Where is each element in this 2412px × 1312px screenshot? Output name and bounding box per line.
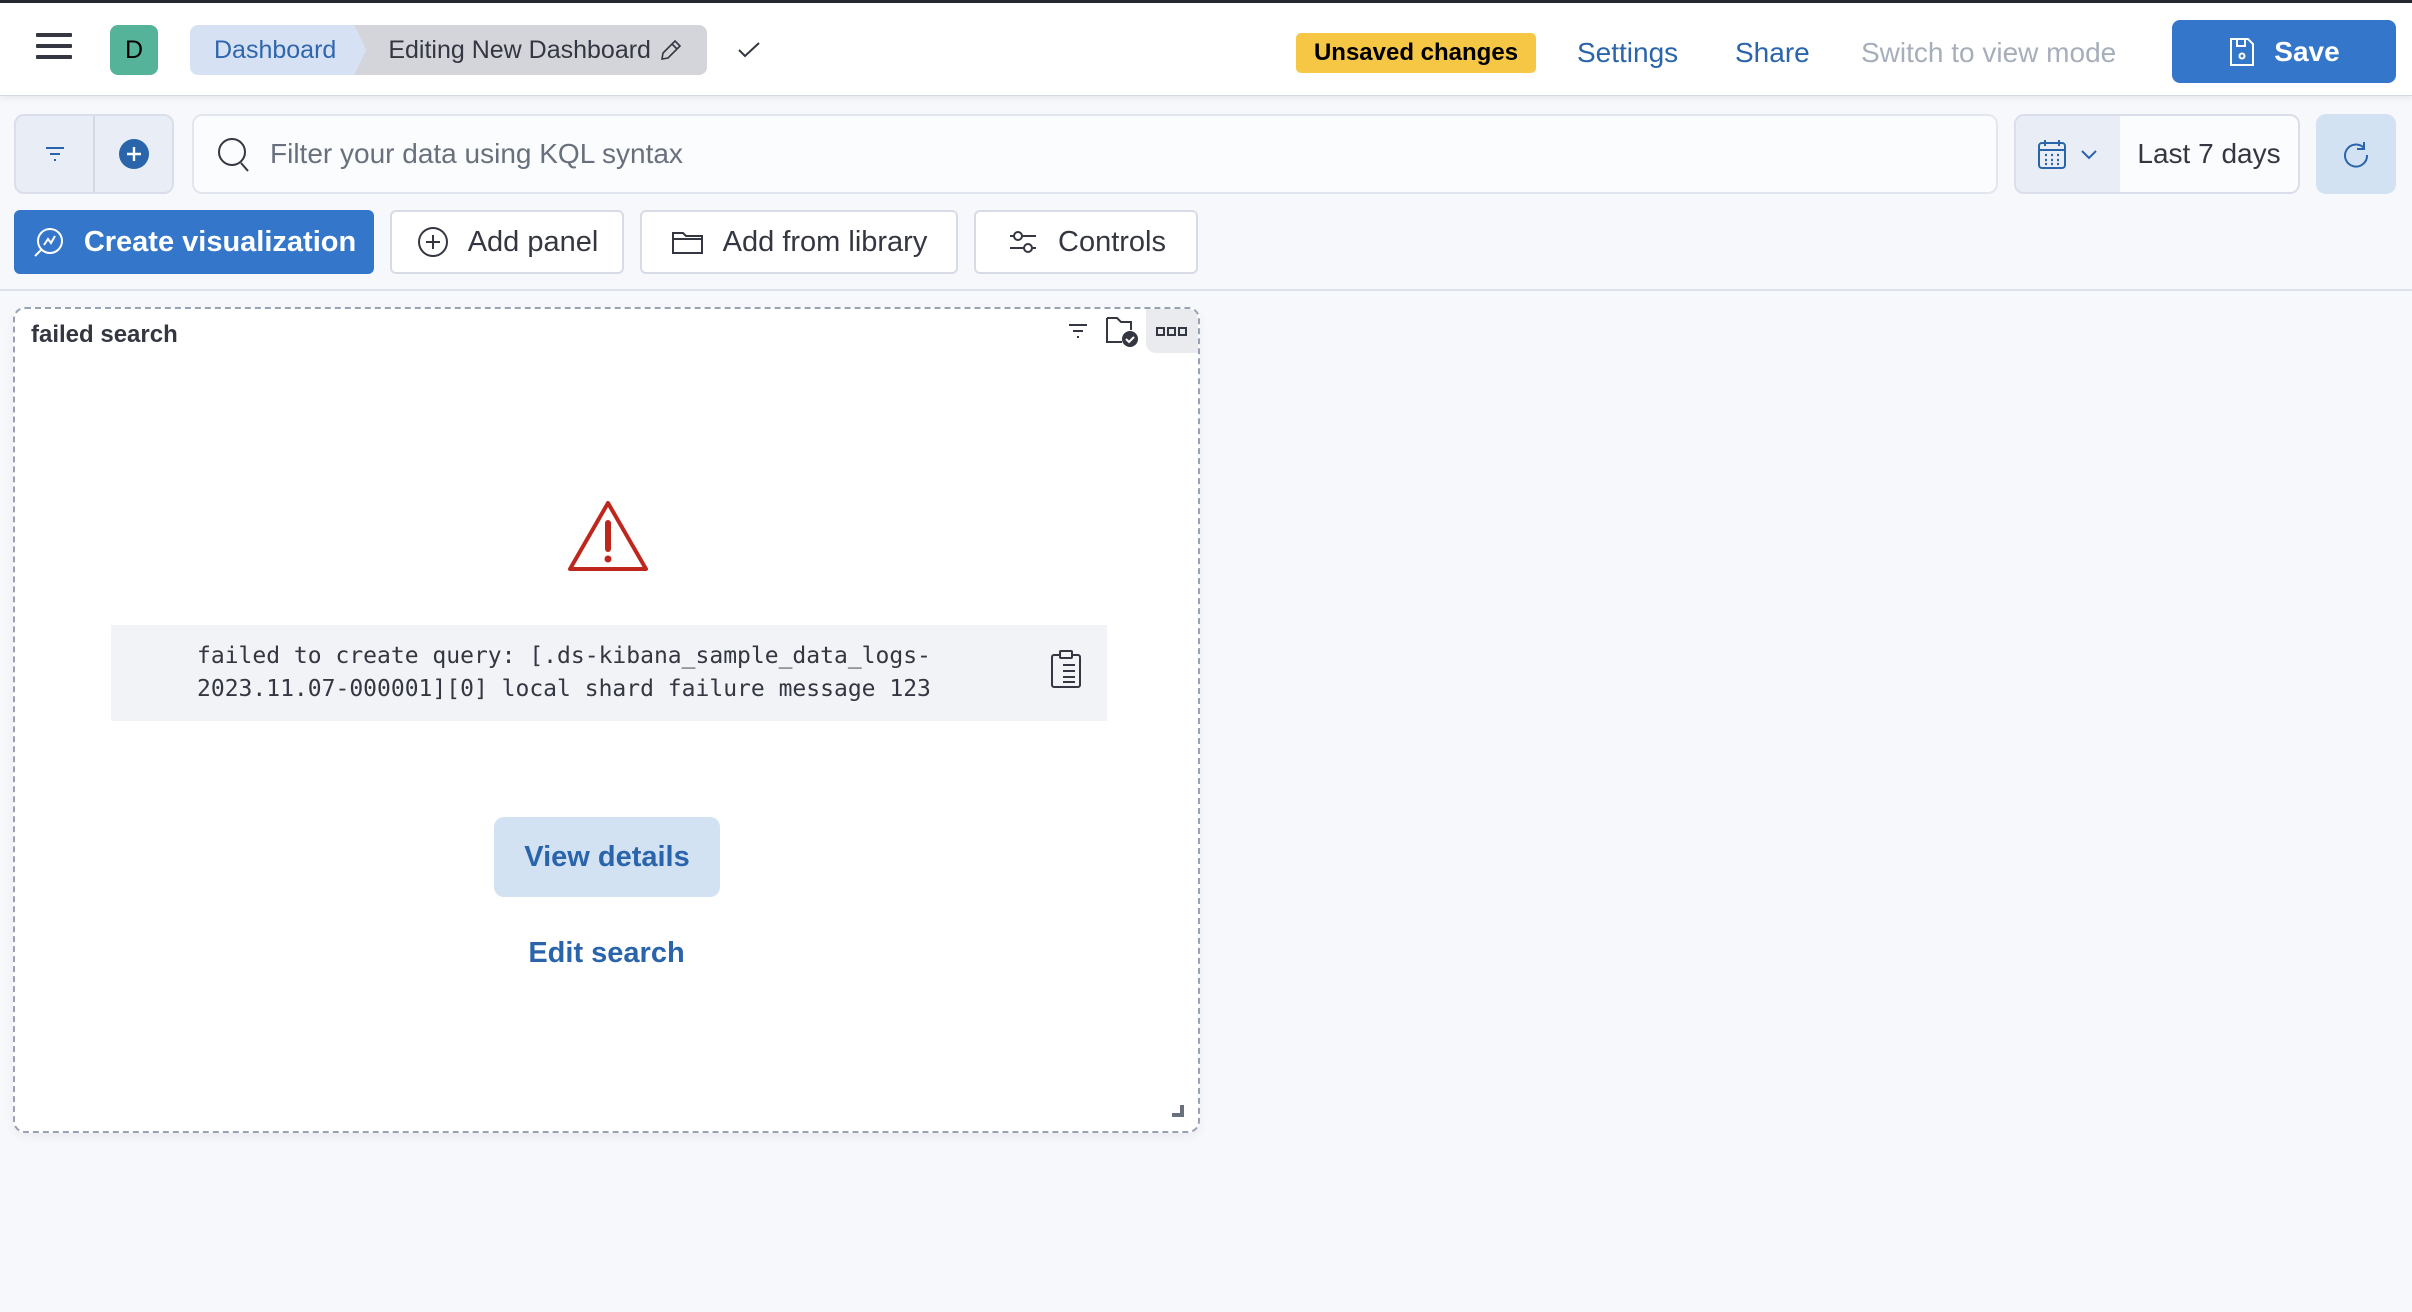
breadcrumb-current[interactable]: Editing New Dashboard <box>354 25 707 75</box>
dashboard-panel: failed search failed to create query: [.… <box>13 307 1200 1133</box>
top-header: D Dashboard Editing New Dashboard Unsave… <box>0 3 2412 96</box>
error-message: failed to create query: [.ds-kibana_samp… <box>197 643 931 702</box>
settings-link[interactable]: Settings <box>1577 33 1678 73</box>
error-message-box: failed to create query: [.ds-kibana_samp… <box>111 625 1107 721</box>
unsaved-changes-badge: Unsaved changes <box>1296 33 1536 73</box>
kql-search-field[interactable] <box>192 114 1998 194</box>
add-from-library-label: Add from library <box>722 225 928 258</box>
visualize-icon <box>34 228 63 257</box>
pencil-icon <box>660 39 682 60</box>
toolbar-divider <box>0 289 2412 291</box>
quick-menu-button[interactable] <box>2016 116 2120 192</box>
search-icon <box>218 138 249 172</box>
panel-options-button[interactable] <box>1146 309 1198 353</box>
add-panel-label: Add panel <box>467 225 599 258</box>
breadcrumb: Dashboard Editing New Dashboard <box>190 25 707 75</box>
panel-filter-button[interactable] <box>1058 309 1098 353</box>
plus-in-circle-icon <box>417 227 448 257</box>
save-icon <box>2230 37 2255 66</box>
folder-check-icon <box>1106 317 1138 347</box>
add-from-library-button[interactable]: Add from library <box>640 210 958 274</box>
search-input[interactable] <box>270 138 1870 170</box>
space-avatar[interactable]: D <box>110 25 158 75</box>
add-panel-button[interactable]: Add panel <box>390 210 624 274</box>
folder-icon <box>671 232 703 254</box>
controls-icon <box>1010 231 1036 253</box>
resize-handle[interactable] <box>1172 1105 1184 1117</box>
save-label: Save <box>2274 35 2340 67</box>
edit-search-link[interactable]: Edit search <box>15 937 1198 970</box>
date-picker: Last 7 days <box>2014 114 2300 194</box>
breadcrumb-current-label: Editing New Dashboard <box>388 36 651 64</box>
calendar-icon <box>2038 140 2066 169</box>
plus-circle-icon <box>118 139 149 169</box>
filter-icon <box>1069 324 1087 338</box>
view-details-button[interactable]: View details <box>494 817 720 897</box>
panel-title: failed search <box>31 321 178 348</box>
refresh-button[interactable] <box>2316 114 2396 194</box>
create-visualization-button[interactable]: Create visualization <box>14 210 374 274</box>
filter-menu-button[interactable] <box>16 116 93 192</box>
add-filter-button[interactable] <box>93 116 172 192</box>
breadcrumb-dashboard[interactable]: Dashboard <box>190 25 366 75</box>
refresh-icon <box>2344 142 2369 168</box>
panel-actions <box>1058 309 1198 353</box>
menu-icon[interactable] <box>36 33 72 65</box>
chevron-down-icon <box>2081 150 2097 160</box>
controls-button[interactable]: Controls <box>974 210 1198 274</box>
share-link[interactable]: Share <box>1735 33 1810 73</box>
time-range-display[interactable]: Last 7 days <box>2120 116 2298 192</box>
controls-label: Controls <box>1058 225 1166 258</box>
switch-to-view-mode-link[interactable]: Switch to view mode <box>1861 33 2116 73</box>
warning-icon <box>568 501 648 571</box>
filter-icon <box>45 147 64 161</box>
create-visualization-label: Create visualization <box>83 225 357 258</box>
more-options-icon <box>1156 327 1187 336</box>
check-icon[interactable] <box>734 35 764 65</box>
panel-library-button[interactable] <box>1098 309 1146 353</box>
save-button[interactable]: Save <box>2172 20 2396 83</box>
copy-clipboard-icon[interactable] <box>1049 649 1083 689</box>
filter-controls <box>14 114 174 194</box>
